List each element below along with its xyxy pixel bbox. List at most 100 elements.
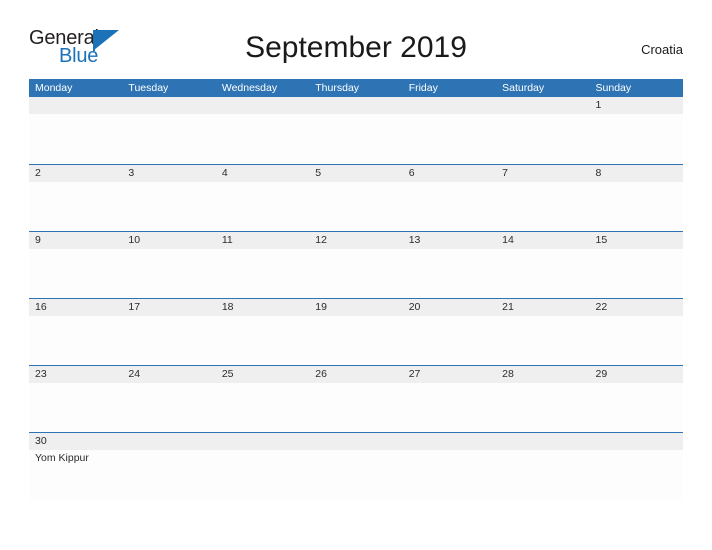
calendar-week-row: 16 17 18 19 20 21 22 [29,298,683,365]
weekday-header-sunday: Sunday [595,82,632,94]
day-cell-26[interactable]: 26 [309,366,402,432]
weekday-header-saturday: Saturday [502,82,545,94]
day-number [315,433,402,450]
calendar-week-row: 1 [29,97,683,164]
weekday-header-tuesday: Tuesday [128,82,169,94]
day-cell-5[interactable]: 5 [309,165,402,231]
day-number: 10 [128,234,141,246]
day-cell-22[interactable]: 22 [590,299,683,365]
day-cell-10[interactable]: 10 [122,232,215,298]
day-number: 28 [502,368,514,380]
day-cell-6[interactable]: 6 [403,165,496,231]
day-number: 16 [35,301,47,313]
calendar-week-row: 2 3 4 5 6 7 8 [29,164,683,231]
day-number: 17 [128,301,141,313]
day-number: 15 [595,234,608,246]
day-cell-3[interactable]: 3 [122,165,215,231]
day-cell-empty [122,433,215,499]
day-cell-24[interactable]: 24 [122,366,215,432]
day-number: 21 [502,301,514,313]
day-cell-7[interactable]: 7 [496,165,589,231]
weekday-header-wednesday: Wednesday [221,82,278,94]
day-cell-12[interactable]: 12 [309,232,402,298]
day-cell-20[interactable]: 20 [403,299,496,365]
day-events: Yom Kippur [35,450,122,465]
day-number: 5 [315,167,322,179]
day-number: 6 [408,167,415,179]
day-cell-empty [403,433,496,499]
day-number: 1 [595,99,602,111]
day-cell-13[interactable]: 13 [403,232,496,298]
day-number: 18 [221,301,234,313]
day-number: 30 [35,435,47,447]
day-number: 29 [595,368,608,380]
day-cell-empty [590,433,683,499]
day-number: 8 [595,167,602,179]
day-number [222,97,309,114]
week-days: 2 3 4 5 6 7 8 [29,165,683,231]
day-number: 24 [128,368,141,380]
day-cell-empty [403,97,496,164]
day-number [35,97,122,114]
day-number: 2 [35,167,41,179]
day-cell-28[interactable]: 28 [496,366,589,432]
day-number [128,97,215,114]
weekday-header-friday: Friday [408,82,438,94]
day-cell-18[interactable]: 18 [216,299,309,365]
day-cell-4[interactable]: 4 [216,165,309,231]
page-title: September 2019 [245,31,467,64]
week-days: 23 24 25 26 27 28 29 [29,366,683,432]
day-cell-empty [496,97,589,164]
day-number: 14 [502,234,514,246]
day-number: 13 [408,234,421,246]
day-cell-empty [216,97,309,164]
day-cell-17[interactable]: 17 [122,299,215,365]
day-cell-empty [496,433,589,499]
day-number: 12 [315,234,327,246]
day-number: 26 [315,368,327,380]
day-cell-8[interactable]: 8 [590,165,683,231]
day-cell-11[interactable]: 11 [216,232,309,298]
day-cell-19[interactable]: 19 [309,299,402,365]
weekday-header-row: Monday Tuesday Wednesday Thursday Friday Satu… [29,79,683,97]
week-days: 30 Yom Kippur [29,433,683,499]
calendar-week-row: 30 Yom Kippur [29,432,683,499]
day-cell-23[interactable]: 23 [29,366,122,432]
calendar-page: General Blue September 2019 Croatia Mond… [0,0,712,550]
day-number: 7 [502,167,508,179]
weekday-header-monday: Monday [35,82,73,94]
day-cell-empty [216,433,309,499]
calendar-table: Monday Tuesday Wednesday Thursday Friday Satu… [29,79,683,499]
day-cell-27[interactable]: 27 [403,366,496,432]
day-number [128,433,215,450]
day-number [409,97,496,114]
day-number [315,97,402,114]
day-number: 11 [221,234,233,246]
day-number [596,433,683,450]
calendar-week-row: 23 24 25 26 27 28 29 [29,365,683,432]
day-cell-empty [309,433,402,499]
day-cell-2[interactable]: 2 [29,165,122,231]
day-cell-9[interactable]: 9 [29,232,122,298]
day-cell-21[interactable]: 21 [496,299,589,365]
day-number: 3 [128,167,135,179]
day-number: 9 [35,234,41,246]
day-number: 23 [35,368,47,380]
day-cell-16[interactable]: 16 [29,299,122,365]
day-cell-empty [29,97,122,164]
day-cell-empty [122,97,215,164]
week-days: 16 17 18 19 20 21 22 [29,299,683,365]
day-cell-30[interactable]: 30 Yom Kippur [29,433,122,499]
week-days: 9 10 11 12 13 14 15 [29,232,683,298]
day-cell-1[interactable]: 1 [590,97,683,164]
day-cell-25[interactable]: 25 [216,366,309,432]
holiday-label: Yom Kippur [35,452,89,464]
day-cell-29[interactable]: 29 [590,366,683,432]
day-number [409,433,496,450]
week-days: 1 [29,97,683,164]
day-number: 25 [221,368,234,380]
day-number: 4 [221,167,228,179]
day-cell-14[interactable]: 14 [496,232,589,298]
day-cell-15[interactable]: 15 [590,232,683,298]
day-number [502,97,589,114]
